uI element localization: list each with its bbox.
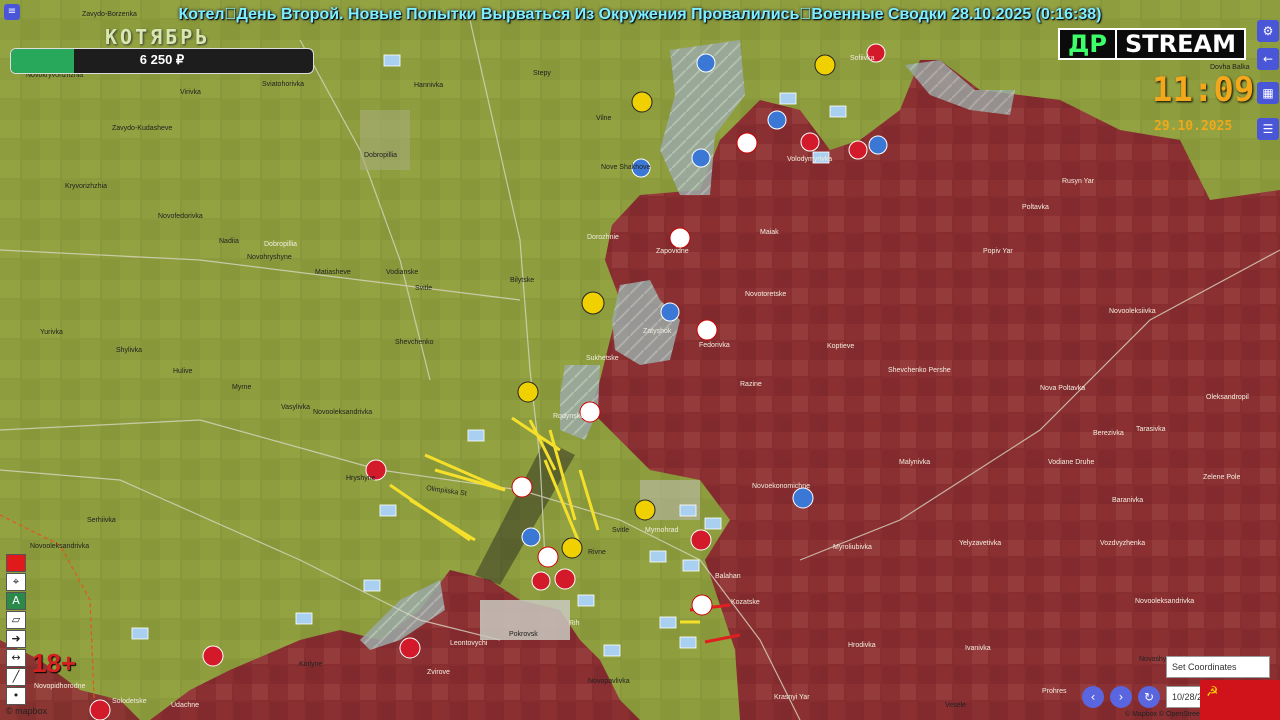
map-canvas[interactable] — [0, 0, 1280, 720]
settings-icon[interactable]: ⚙ — [1257, 20, 1279, 42]
age-rating: 18+ — [32, 648, 77, 678]
donation-bar: 6 250 ₽ — [10, 48, 314, 74]
set-coordinates-input[interactable]: Set Coordinates — [1166, 656, 1270, 678]
pin-tool-icon[interactable]: • — [6, 687, 26, 705]
menu-icon[interactable]: ≡ — [4, 4, 20, 20]
line-tool-icon[interactable]: ╱ — [6, 668, 26, 686]
logo-mark: ДР — [1058, 28, 1117, 60]
marker-tool-icon[interactable]: ⌖ — [6, 573, 26, 591]
text-tool-icon[interactable]: A — [6, 592, 26, 610]
next-date-button[interactable]: › — [1110, 686, 1132, 708]
arrow-tool-icon[interactable]: ➜ — [6, 630, 26, 648]
city-pokrovsk — [480, 600, 570, 640]
stream-logo: ДР STREAM — [1058, 28, 1246, 60]
ruler-tool-icon[interactable]: ↔ — [6, 649, 26, 667]
arrow-left-icon[interactable]: ← — [1257, 48, 1279, 70]
video-title: Котел День Второй. Новые Попытки Вырвать… — [178, 6, 1102, 23]
prev-date-button[interactable]: ‹ — [1082, 686, 1104, 708]
mapbox-attribution[interactable]: © mapbox — [6, 706, 47, 716]
layers-icon[interactable]: ▦ — [1257, 82, 1279, 104]
hammer-sickle-icon: ☭ — [1206, 684, 1219, 700]
list-icon[interactable]: ☰ — [1257, 118, 1279, 140]
city-dobropillia — [360, 110, 410, 170]
month-label: КОТЯБРЬ — [105, 25, 211, 49]
logo-text: STREAM — [1116, 28, 1246, 60]
refresh-icon[interactable]: ↻ — [1138, 686, 1160, 708]
soviet-flag: ☭ — [1200, 680, 1280, 720]
clock: 11:09 — [1152, 70, 1255, 110]
date: 29.10.2025 — [1154, 119, 1233, 134]
color-picker-icon[interactable] — [6, 554, 26, 572]
polygon-tool-icon[interactable]: ▱ — [6, 611, 26, 629]
donation-amount: 6 250 ₽ — [139, 52, 185, 67]
